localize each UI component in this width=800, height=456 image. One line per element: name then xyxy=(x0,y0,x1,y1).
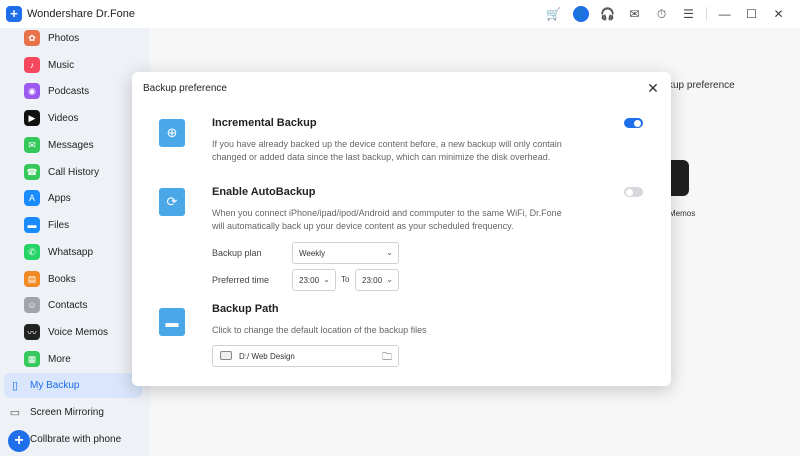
contacts-icon: ☺ xyxy=(24,297,40,313)
sidebar-item-label: Messages xyxy=(48,139,94,151)
sidebar-item-label: Music xyxy=(48,59,75,71)
avatar-icon[interactable]: 👤 xyxy=(567,4,594,24)
backup-path-folder-icon: ▬ xyxy=(159,308,185,336)
sidebar-item-books[interactable]: ▤ Books xyxy=(24,269,76,289)
sidebar-item-label: Voice Memos xyxy=(48,326,109,338)
incremental-backup-title: Incremental Backup xyxy=(212,117,317,129)
backup-plan-label: Backup plan xyxy=(212,248,262,258)
cart-icon[interactable]: 🛒 xyxy=(540,4,567,24)
files-icon: ▬ xyxy=(24,217,40,233)
sidebar-item-label: Whatsapp xyxy=(48,246,94,258)
phone-icon: ▯ xyxy=(11,379,19,392)
voice-memos-icon: 〰 xyxy=(24,324,40,340)
drive-icon xyxy=(220,351,232,360)
sidebar-item-contacts[interactable]: ☺ Contacts xyxy=(24,295,87,315)
history-icon[interactable]: ⏱ xyxy=(648,4,675,24)
sidebar-item-my-backup[interactable]: ▯ My Backup xyxy=(8,373,80,397)
backup-path-value: D:/ Web Design xyxy=(239,352,295,361)
photos-icon: ✿ xyxy=(24,30,40,46)
sidebar-item-photos[interactable]: ✿ Photos xyxy=(24,28,79,48)
add-fab-button[interactable]: + xyxy=(8,430,30,452)
music-icon: ♪ xyxy=(24,57,40,73)
chevron-down-icon: ⌄ xyxy=(323,275,330,284)
sidebar-item-apps[interactable]: A Apps xyxy=(24,188,71,208)
chevron-down-icon: ⌄ xyxy=(386,248,393,257)
incremental-backup-description: If you have already backed up the device… xyxy=(212,139,562,162)
sidebar-item-label: Call History xyxy=(48,166,100,178)
sidebar-item-label: Apps xyxy=(48,192,71,204)
podcasts-icon: ◉ xyxy=(24,83,40,99)
time-from-select[interactable]: 23:00 ⌄ xyxy=(292,269,336,291)
incremental-backup-toggle[interactable] xyxy=(624,118,643,128)
sidebar-item-videos[interactable]: ▶ Videos xyxy=(24,108,78,128)
sidebar-item-label: Files xyxy=(48,219,70,231)
backup-path-description: Click to change the default location of … xyxy=(212,325,427,335)
autobackup-description: When you connect iPhone/ipad/ipod/Androi… xyxy=(212,208,562,231)
sidebar-section-label: Collbrate with phone xyxy=(30,433,122,445)
preferred-time-label: Preferred time xyxy=(212,275,270,285)
sidebar-item-screen-mirroring[interactable]: ▭ Screen Mirroring xyxy=(8,400,104,424)
autobackup-icon: ⟳ xyxy=(159,188,185,216)
time-to-label: To xyxy=(341,275,350,284)
folder-icon[interactable]: 🗀 xyxy=(382,350,392,367)
sidebar-item-label: Photos xyxy=(48,32,80,44)
title-bar: + Wondershare Dr.Fone 🛒 👤 🎧 ✉ ⏱ ☰ — ☐ ✕ xyxy=(0,0,800,28)
close-icon[interactable]: ✕ xyxy=(765,4,792,24)
autobackup-toggle[interactable] xyxy=(624,187,643,197)
sidebar-item-more[interactable]: ▦ More xyxy=(24,349,71,369)
dialog-close-button[interactable]: ✕ xyxy=(645,80,661,96)
dialog-title: Backup preference xyxy=(143,83,227,94)
time-to-select[interactable]: 23:00 ⌄ xyxy=(355,269,399,291)
minimize-icon[interactable]: — xyxy=(711,4,738,24)
backup-plan-value: Weekly xyxy=(299,248,326,258)
videos-icon: ▶ xyxy=(24,110,40,126)
backup-plan-select[interactable]: Weekly ⌄ xyxy=(292,242,399,264)
whatsapp-icon: ✆ xyxy=(24,244,40,260)
chevron-down-icon: ⌄ xyxy=(386,275,393,284)
title-bar-actions: 🛒 👤 🎧 ✉ ⏱ ☰ — ☐ ✕ xyxy=(540,4,792,24)
autobackup-title: Enable AutoBackup xyxy=(212,186,316,198)
more-icon: ▦ xyxy=(24,351,40,367)
backup-path-title: Backup Path xyxy=(212,303,279,315)
sidebar-item-label: Podcasts xyxy=(48,85,90,97)
mail-icon[interactable]: ✉ xyxy=(621,4,648,24)
backup-preference-dialog: Backup preference ✕ ⊕ Incremental Backup… xyxy=(132,72,671,386)
sidebar-item-label: Books xyxy=(48,273,76,285)
sidebar-item-whatsapp[interactable]: ✆ Whatsapp xyxy=(24,242,93,262)
list-icon[interactable]: ☰ xyxy=(675,4,702,24)
backup-path-field[interactable]: D:/ Web Design 🗀 xyxy=(212,345,399,367)
app-title: Wondershare Dr.Fone xyxy=(27,8,136,20)
time-to-value: 23:00 xyxy=(362,275,383,285)
sidebar-section-label: My Backup xyxy=(30,379,80,391)
headset-icon[interactable]: 🎧 xyxy=(594,4,621,24)
sidebar-item-files[interactable]: ▬ Files xyxy=(24,215,69,235)
time-from-value: 23:00 xyxy=(299,275,320,285)
sidebar-item-label: Contacts xyxy=(48,299,88,311)
title-bar-divider xyxy=(706,7,707,21)
sidebar-item-call-history[interactable]: ☎ Call History xyxy=(24,162,99,182)
sidebar-item-messages[interactable]: ✉ Messages xyxy=(24,135,94,155)
apps-icon: A xyxy=(24,190,40,206)
sidebar-item-podcasts[interactable]: ◉ Podcasts xyxy=(24,81,89,101)
messages-icon: ✉ xyxy=(24,137,40,153)
maximize-icon[interactable]: ☐ xyxy=(738,4,765,24)
sidebar-item-voice-memos[interactable]: 〰 Voice Memos xyxy=(24,322,108,342)
sidebar-item-label: Videos xyxy=(48,112,79,124)
screen-icon: ▭ xyxy=(9,406,21,419)
sidebar-section-label: Screen Mirroring xyxy=(30,406,104,418)
call-icon: ☎ xyxy=(24,164,40,180)
sidebar-item-music[interactable]: ♪ Music xyxy=(24,55,74,75)
incremental-backup-icon: ⊕ xyxy=(159,119,185,147)
books-icon: ▤ xyxy=(24,271,40,287)
app-logo-icon: + xyxy=(6,6,22,22)
sidebar-item-label: More xyxy=(48,353,71,365)
